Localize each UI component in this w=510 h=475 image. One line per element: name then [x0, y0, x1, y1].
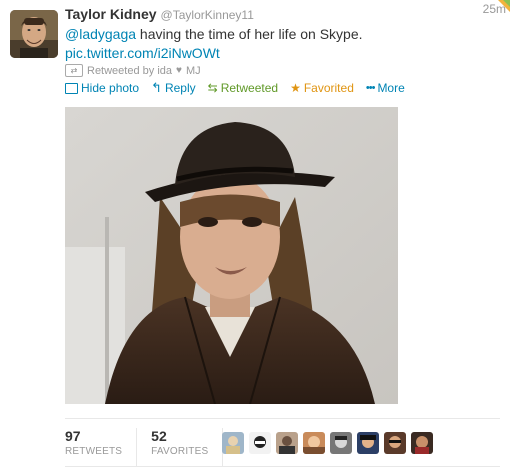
- favoriter-avatar[interactable]: [411, 432, 433, 454]
- avatar[interactable]: [10, 10, 58, 58]
- tweet-text: @ladygaga having the time of her life on…: [65, 25, 500, 63]
- username[interactable]: @TaylorKinney11: [161, 8, 254, 22]
- retweets-count: 97: [65, 428, 81, 444]
- reply-label: Reply: [164, 81, 196, 95]
- favorites-count: 52: [151, 428, 167, 444]
- more-icon: •••: [365, 82, 376, 94]
- tweet[interactable]: Taylor Kidney @TaylorKinney11 25m @ladyga…: [0, 0, 510, 475]
- star-icon: ★: [290, 81, 301, 95]
- stats-divider-bottom: [65, 466, 500, 467]
- retweeted-by: ⇄ Retweeted by ida ♥ MJ: [65, 64, 201, 77]
- favorites-stat[interactable]: 52 FAVORITES: [151, 428, 224, 466]
- favoriter-avatar[interactable]: [357, 432, 379, 454]
- tweet-header: Taylor Kidney @TaylorKinney11: [65, 6, 500, 26]
- favoriter-avatar[interactable]: [330, 432, 352, 454]
- favorited-label: Favorited: [303, 81, 354, 95]
- retweets-stat[interactable]: 97 RETWEETS: [65, 428, 138, 466]
- stats-divider-top: [65, 418, 500, 419]
- favoriter-avatar[interactable]: [222, 432, 244, 454]
- retweeted-by-text[interactable]: Retweeted by ida: [87, 65, 172, 77]
- favorites-label: FAVORITES: [151, 446, 209, 457]
- retweet-badge-icon: ⇄: [65, 64, 83, 77]
- favoriter-avatar[interactable]: [249, 432, 271, 454]
- reply-button[interactable]: ↰ Reply: [151, 80, 196, 96]
- more-label: More: [377, 81, 405, 95]
- photo-icon: [65, 82, 78, 94]
- retweeted-button[interactable]: ⇆ Retweeted: [208, 81, 278, 95]
- favoriter-avatar[interactable]: [276, 432, 298, 454]
- retweets-label: RETWEETS: [65, 446, 123, 457]
- heart-icon: ♥: [176, 65, 182, 76]
- fullname[interactable]: Taylor Kidney: [65, 6, 157, 22]
- retweet-favorite-corner-icon: [498, 0, 510, 12]
- favoriter-avatar[interactable]: [384, 432, 406, 454]
- retweeted-by-suffix[interactable]: MJ: [186, 65, 201, 77]
- mention-link[interactable]: @ladygaga: [65, 26, 136, 42]
- retweet-icon: ⇆: [207, 81, 218, 95]
- favoriter-avatar[interactable]: [303, 432, 325, 454]
- reply-icon: ↰: [151, 80, 162, 95]
- tweet-actions: Hide photo ↰ Reply ⇆ Retweeted ★ Favorit…: [65, 80, 405, 96]
- tweet-stats: 97 RETWEETS 52 FAVORITES: [65, 428, 237, 466]
- hide-photo-button[interactable]: Hide photo: [65, 81, 139, 95]
- tweet-body: having the time of her life on Skype.: [136, 26, 363, 42]
- favorited-button[interactable]: ★ Favorited: [290, 81, 354, 95]
- more-button[interactable]: ••• More: [366, 81, 405, 95]
- pic-link[interactable]: pic.twitter.com/i2iNwOWt: [65, 45, 220, 61]
- retweeted-label: Retweeted: [220, 81, 279, 95]
- favoriter-avatars: [222, 432, 433, 454]
- hide-photo-label: Hide photo: [81, 81, 140, 95]
- tweet-photo[interactable]: [65, 107, 398, 404]
